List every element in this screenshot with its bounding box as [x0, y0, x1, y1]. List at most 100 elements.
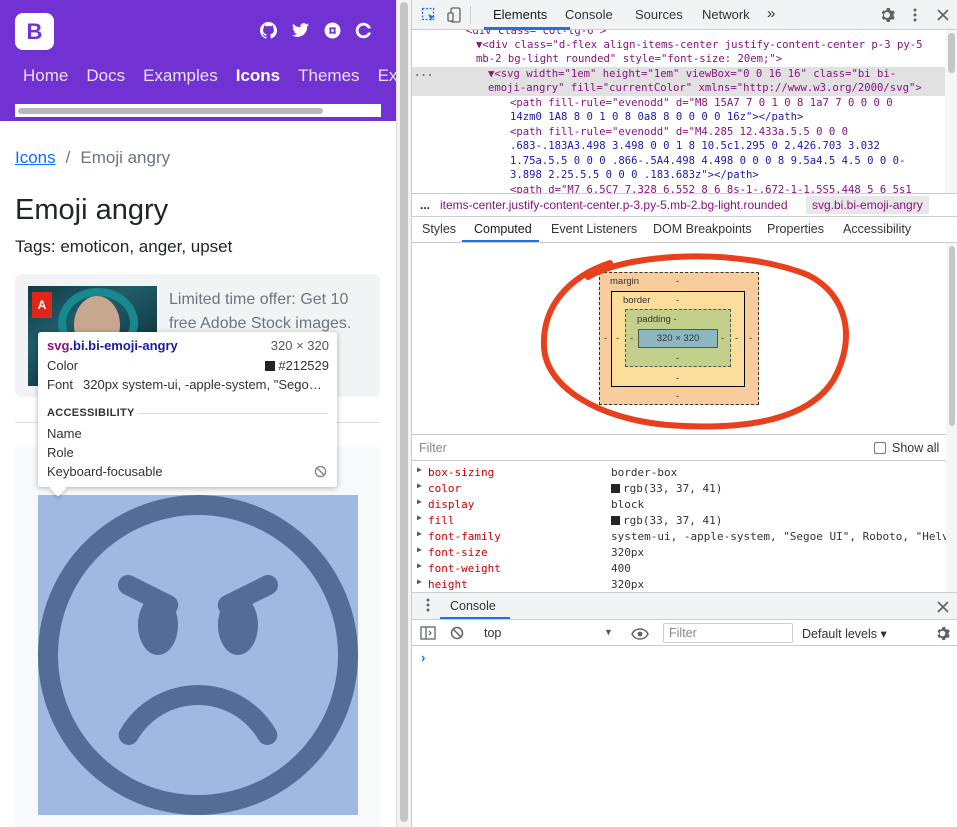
live-expression-eye-icon[interactable] [631, 627, 649, 645]
breadcrumb-ellipsis[interactable]: ... [420, 198, 430, 212]
code-line-11[interactable]: <path d="M7 6.5C7 7.328 6.552 8 6 8s-1-.… [510, 183, 912, 193]
nav-link-expo[interactable]: Exp [378, 66, 396, 86]
opencollective-icon[interactable] [353, 20, 373, 40]
code-line-7[interactable]: <path fill-rule="evenodd" d="M4.285 12.4… [510, 125, 848, 140]
console-prompt[interactable]: › [421, 650, 425, 665]
property-value: block [611, 498, 645, 511]
code-line-3[interactable]: ▼<svg width="1em" height="1em" viewBox="… [488, 67, 896, 82]
property-row[interactable]: ▶ font-weight 400 [412, 560, 946, 576]
context-dropdown-icon[interactable]: ▼ [604, 627, 613, 637]
console-drawer-header: Console [412, 592, 957, 619]
expand-triangle-icon[interactable]: ▶ [417, 577, 422, 586]
code-line-2[interactable]: mb-2 bg-light rounded" style="font-size:… [476, 52, 782, 67]
devtools-panel: Elements Console Sources Network » ... <… [411, 0, 957, 827]
elements-scrollbar[interactable] [945, 30, 957, 193]
context-selector[interactable]: top [484, 626, 501, 640]
breadcrumb-div[interactable]: items-center.justify-content-center.p-3.… [440, 198, 788, 212]
tab-dom-breakpoints[interactable]: DOM Breakpoints [653, 222, 752, 236]
property-name: box-sizing [428, 466, 495, 479]
property-value: 400 [611, 562, 631, 575]
show-all-checkbox[interactable] [874, 442, 886, 454]
close-drawer-icon[interactable] [937, 600, 949, 618]
breadcrumb-svg[interactable]: svg.bi.bi-emoji-angry [806, 196, 929, 214]
property-row[interactable]: ▶ font-size 320px [412, 544, 946, 560]
github-icon[interactable] [258, 20, 278, 40]
breadcrumb-icons-link[interactable]: Icons [15, 148, 56, 167]
expand-triangle-icon[interactable]: ▶ [417, 481, 422, 490]
twitter-icon[interactable] [290, 20, 310, 40]
bootstrap-logo[interactable]: B [15, 13, 54, 50]
property-row[interactable]: ▶ height 320px [412, 576, 946, 591]
tab-console[interactable]: Console [565, 7, 613, 22]
tab-properties[interactable]: Properties [767, 222, 824, 236]
not-focusable-icon [314, 465, 327, 478]
code-line-8[interactable]: .683-.183A3.498 3.498 0 0 1 8 10.5c1.295… [510, 139, 880, 154]
clear-console-icon[interactable] [450, 626, 464, 645]
tab-event-listeners[interactable]: Event Listeners [551, 222, 637, 236]
property-value-wrap: rgb(33, 37, 41) [611, 482, 722, 495]
tab-elements[interactable]: Elements [493, 7, 547, 22]
nav-link-themes[interactable]: Themes [298, 66, 359, 86]
tooltip-selector-tag: svg [47, 338, 70, 353]
log-levels-dropdown[interactable]: Default levels ▾ [802, 626, 887, 641]
computed-scrollbar-thumb[interactable] [949, 246, 955, 426]
box-model-diagram: 320 × 320 margin - border - padding - - … [412, 243, 946, 434]
computed-filter-input[interactable]: Filter [419, 441, 447, 455]
sidebar-toggle-icon[interactable] [420, 626, 436, 645]
color-swatch[interactable] [611, 484, 620, 493]
tooltip-color-label: Color [47, 358, 79, 373]
code-line-6[interactable]: 14zm0 1A8 8 0 1 0 8 0a8 8 0 0 0 0 16z"><… [510, 110, 803, 125]
inspect-element-icon[interactable] [420, 6, 438, 24]
slack-icon[interactable] [322, 20, 342, 40]
color-swatch[interactable] [611, 516, 620, 525]
devtools-toolbar: Elements Console Sources Network » [412, 0, 957, 30]
expand-triangle-icon[interactable]: ▶ [417, 529, 422, 538]
property-row[interactable]: ▶ font-family system-ui, -apple-system, "S… [412, 528, 946, 544]
elements-scrollbar-thumb[interactable] [948, 33, 955, 73]
show-all-label[interactable]: Show all [892, 441, 939, 455]
expand-triangle-icon[interactable]: ▶ [417, 465, 422, 474]
property-row[interactable]: ▶ box-sizing border-box [412, 464, 946, 480]
tab-sources[interactable]: Sources [635, 7, 683, 22]
tooltip-divider [138, 413, 328, 414]
tab-styles[interactable]: Styles [422, 222, 456, 236]
breadcrumb-current: Emoji angry [80, 148, 171, 167]
console-settings-gear-icon[interactable] [935, 626, 950, 646]
expand-triangle-icon[interactable]: ▶ [417, 513, 422, 522]
ad-text[interactable]: Limited time offer: Get 10 free Adobe St… [169, 288, 374, 336]
property-row[interactable]: ▶ display block [412, 496, 946, 512]
property-row[interactable]: ▶ color rgb(33, 37, 41) [412, 480, 946, 496]
code-line-4[interactable]: emoji-angry" fill="currentColor" xmlns="… [488, 81, 922, 96]
tab-network[interactable]: Network [702, 7, 750, 22]
page-scrollbar[interactable] [396, 0, 411, 827]
nav-link-docs[interactable]: Docs [86, 66, 125, 86]
elements-tree[interactable]: ... <div class="col-lg-6"> ▼<div class="… [412, 30, 957, 193]
tooltip-focusable-label: Keyboard-focusable [47, 464, 163, 479]
expand-triangle-icon[interactable]: ▶ [417, 497, 422, 506]
console-filter-placeholder: Filter [669, 626, 697, 640]
nav-scrollbar[interactable] [18, 108, 323, 114]
expand-triangle-icon[interactable]: ▶ [417, 545, 422, 554]
nav-link-home[interactable]: Home [23, 66, 68, 86]
nav-link-icons[interactable]: Icons [236, 66, 280, 86]
code-line-10[interactable]: 3.898 2.25.5.5 0 0 0 .183.683z"></path> [510, 168, 759, 183]
settings-gear-icon[interactable] [878, 6, 896, 24]
nav-link-examples[interactable]: Examples [143, 66, 218, 86]
computed-scrollbar[interactable] [946, 243, 957, 593]
kebab-menu-icon[interactable] [906, 6, 924, 24]
drawer-console-tab[interactable]: Console [450, 599, 496, 613]
drawer-menu-icon[interactable] [426, 598, 430, 617]
code-line-9[interactable]: 1.75a.5.5 0 0 0 .866-.5A4.498 4.498 0 0 … [510, 154, 905, 169]
code-line-5[interactable]: <path fill-rule="evenodd" d="M8 15A7 7 0… [510, 96, 893, 111]
property-name: font-size [428, 546, 488, 559]
device-toolbar-icon[interactable] [446, 6, 464, 24]
close-devtools-icon[interactable] [934, 6, 952, 24]
code-line-1[interactable]: ▼<div class="d-flex align-items-center j… [476, 38, 922, 53]
page-scrollbar-thumb[interactable] [400, 2, 408, 822]
more-tabs-button[interactable]: » [767, 5, 775, 22]
expand-triangle-icon[interactable]: ▶ [417, 561, 422, 570]
tab-accessibility[interactable]: Accessibility [843, 222, 911, 236]
property-row[interactable]: ▶ fill rgb(33, 37, 41) [412, 512, 946, 528]
tab-computed[interactable]: Computed [474, 222, 532, 236]
tags-text: Tags: emoticon, anger, upset [15, 237, 233, 256]
